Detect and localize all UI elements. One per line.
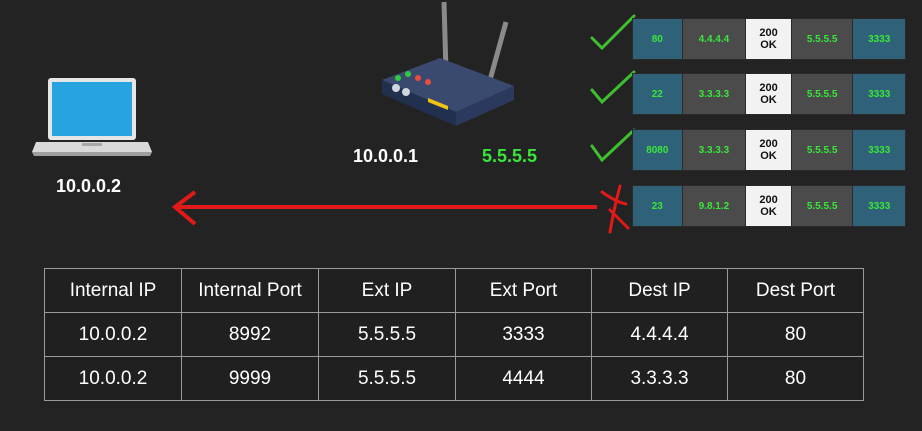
table-cell: 4.4.4.4 (591, 312, 728, 357)
packet-src-port: 22 (633, 74, 683, 114)
packet-status-text: OK (760, 150, 777, 162)
packet-status-text: OK (760, 206, 777, 218)
packet-src-ip: 3.3.3.3 (682, 130, 747, 170)
checkmark-icon (590, 70, 636, 105)
column-header: Dest Port (727, 268, 864, 313)
column-header: Internal IP (44, 268, 182, 313)
table-cell: 5.5.5.5 (318, 312, 456, 357)
packet-status-code: 200 (759, 194, 778, 206)
table-cell: 5.5.5.5 (318, 356, 456, 401)
table-cell: 8992 (181, 312, 319, 357)
laptop-icon (32, 78, 152, 156)
router-icon (382, 1, 514, 126)
packet-dst-port: 3333 (853, 130, 905, 170)
packet-dst-ip: 5.5.5.5 (791, 186, 854, 226)
packet-src-port: 80 (633, 19, 683, 59)
column-header: Ext IP (318, 268, 456, 313)
packet-src-ip: 3.3.3.3 (682, 74, 747, 114)
checkmark-icon (590, 14, 636, 51)
packet-row: 8080 3.3.3.3 200 OK 5.5.5.5 3333 (632, 129, 906, 171)
router-internal-ip-label: 10.0.0.1 (353, 146, 419, 166)
packet-src-port: 8080 (633, 130, 683, 170)
packet-dst-port: 3333 (853, 186, 905, 226)
table-cell: 10.0.0.2 (44, 312, 182, 357)
packet-dst-port: 3333 (853, 19, 905, 59)
packet-status-code: 200 (759, 82, 778, 94)
table-cell: 4444 (455, 356, 592, 401)
table-cell: 9999 (181, 356, 319, 401)
client-ip-label: 10.0.0.2 (56, 176, 122, 196)
packet-status-code: 200 (759, 27, 778, 39)
column-header: Internal Port (181, 268, 319, 313)
packet-dst-ip: 5.5.5.5 (791, 130, 854, 170)
arrow-left-icon (171, 190, 597, 226)
table-cell: 80 (727, 356, 864, 401)
nat-table: Internal IP Internal Port Ext IP Ext Por… (44, 268, 864, 401)
table-cell: 10.0.0.2 (44, 356, 182, 401)
packet-body: 200 OK (746, 186, 792, 226)
packet-status-text: OK (760, 39, 777, 51)
table-cell: 80 (727, 312, 864, 357)
packet-src-port: 23 (633, 186, 683, 226)
column-header: Ext Port (455, 268, 592, 313)
packet-status-text: OK (760, 94, 777, 106)
checkmark-icon (590, 128, 636, 163)
table-cell: 3.3.3.3 (591, 356, 728, 401)
packet-row: 80 4.4.4.4 200 OK 5.5.5.5 3333 (632, 18, 906, 60)
packet-body: 200 OK (746, 74, 792, 114)
router-external-ip-label: 5.5.5.5 (482, 146, 538, 166)
table-row: 10.0.0.2 8992 5.5.5.5 3333 4.4.4.4 80 (44, 312, 864, 357)
packet-src-ip: 4.4.4.4 (682, 19, 747, 59)
packet-row: 23 9.8.1.2 200 OK 5.5.5.5 3333 (632, 185, 906, 227)
packet-src-ip: 9.8.1.2 (682, 186, 747, 226)
packet-dst-ip: 5.5.5.5 (791, 19, 854, 59)
packet-status-code: 200 (759, 138, 778, 150)
column-header: Dest IP (591, 268, 728, 313)
table-header-row: Internal IP Internal Port Ext IP Ext Por… (44, 268, 864, 313)
packet-dst-ip: 5.5.5.5 (791, 74, 854, 114)
packet-dst-port: 3333 (853, 74, 905, 114)
packet-row: 22 3.3.3.3 200 OK 5.5.5.5 3333 (632, 73, 906, 115)
packet-body: 200 OK (746, 130, 792, 170)
packet-body: 200 OK (746, 19, 792, 59)
table-cell: 3333 (455, 312, 592, 357)
table-row: 10.0.0.2 9999 5.5.5.5 4444 3.3.3.3 80 (44, 356, 864, 401)
